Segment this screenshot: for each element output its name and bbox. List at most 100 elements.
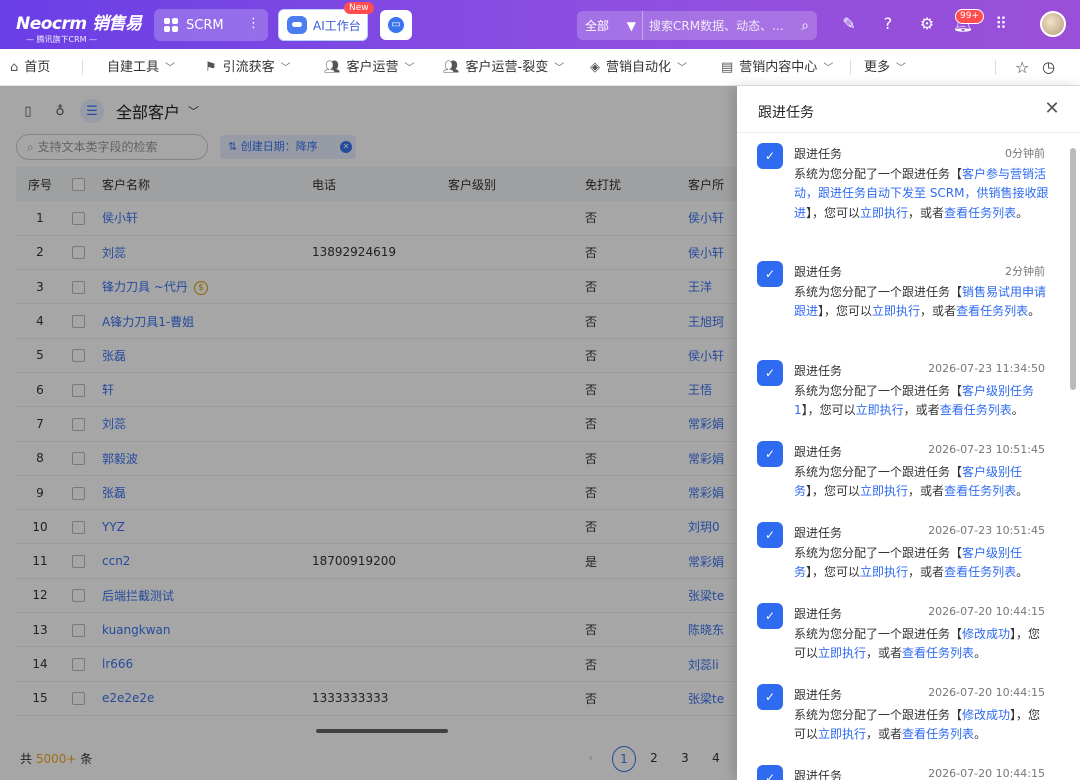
execute-now-link[interactable]: 立即执行 [860, 565, 908, 579]
brand-logo[interactable]: Neocrm 销售易 — 腾讯旗下CRM — [16, 9, 142, 45]
task-text: 】，您可以 [806, 205, 861, 220]
search-scope-select[interactable]: 全部 ▼ [577, 11, 643, 40]
ai-label: AI工作台 [313, 18, 361, 33]
task-type: 跟进任务 [794, 607, 843, 621]
task-text: 系统为您分配了一个跟进任务【 [794, 465, 963, 479]
nav-self-built-tools[interactable]: 自建工具 ﹀ [107, 49, 175, 86]
nav-marketing-content[interactable]: ▤ 营销内容中心 ﹀ [721, 49, 833, 86]
task-type: 跟进任务 [794, 769, 843, 780]
logo-main: Neocrm 销售易 [16, 14, 142, 34]
task-time: 2026-07-23 10:51:45 [928, 443, 1045, 456]
star-icon[interactable]: ☆ [1015, 49, 1029, 86]
nav-label: 营销内容中心 [739, 60, 818, 75]
chevron-down-icon: ﹀ [404, 63, 415, 74]
task-time: 2026-07-23 10:51:45 [928, 524, 1045, 537]
more-vertical-icon[interactable]: ⋮ [247, 16, 260, 31]
chat-icon: ▭ [388, 17, 404, 33]
clipboard-task-icon: ✓ [757, 143, 783, 169]
task-time: 2026-07-20 10:44:15 [928, 686, 1045, 699]
users-icon: 👥︎ [324, 60, 341, 75]
view-task-list-link[interactable]: 查看任务列表 [940, 403, 1012, 417]
users-icon: 👥︎ [443, 60, 460, 75]
view-task-list-link[interactable]: 查看任务列表 [902, 646, 974, 660]
notification-count-badge: 99+ [955, 9, 984, 24]
search-input[interactable]: 搜索CRM数据、动态、... [643, 17, 793, 34]
task-message: 系统为您分配了一个跟进任务【客户参与营销活动，跟进任务自动下发至 SCRM，供销… [794, 165, 1052, 223]
task-time: 2026-07-23 11:34:50 [928, 362, 1045, 375]
task-name-link[interactable]: 修改成功 [962, 627, 1010, 641]
user-avatar[interactable] [1040, 11, 1066, 37]
task-text: ，或者 [903, 403, 940, 418]
logo-sub: — 腾讯旗下CRM — [26, 35, 98, 44]
task-text: 系统为您分配了一个跟进任务【 [794, 384, 963, 398]
content-icon: ▤ [721, 60, 734, 75]
task-text: 】，您可以 [801, 403, 856, 418]
panel-title: 跟进任务 [758, 105, 814, 121]
search-icon[interactable]: ⌕ [793, 18, 817, 34]
task-text: 系统为您分配了一个跟进任务【 [794, 627, 963, 641]
modal-overlay[interactable] [0, 86, 737, 780]
execute-now-link[interactable]: 立即执行 [818, 646, 866, 660]
home-icon: ⌂ [10, 60, 19, 75]
task-text: 】，您可以 [818, 304, 873, 319]
history-clock-icon[interactable]: ◷ [1042, 49, 1055, 86]
task-type: 跟进任务 [794, 688, 843, 702]
nav-customer-ops-fission[interactable]: 👥︎ 客户运营-裂变 ﹀ [443, 49, 564, 86]
execute-now-link[interactable]: 立即执行 [860, 206, 908, 220]
execute-now-link[interactable]: 立即执行 [856, 403, 904, 417]
view-task-list-link[interactable]: 查看任务列表 [902, 727, 974, 741]
close-icon[interactable]: ✕ [1042, 98, 1062, 119]
task-text: ，或者 [866, 646, 903, 661]
view-task-list-link[interactable]: 查看任务列表 [956, 304, 1028, 318]
clipboard-task-icon: ✓ [757, 603, 783, 629]
edit-note-icon[interactable]: ✎ [838, 13, 860, 35]
nav-divider [850, 60, 851, 75]
clipboard-task-icon: ✓ [757, 441, 783, 467]
task-text: 系统为您分配了一个跟进任务【 [794, 285, 963, 299]
nav-label: 营销自动化 [606, 60, 672, 75]
scrm-app-switcher[interactable]: SCRM ⋮ [154, 9, 268, 41]
chevron-down-icon: ﹀ [896, 63, 907, 74]
task-text: ，或者 [908, 205, 945, 220]
app-grid-icon[interactable]: ⠿ [990, 13, 1012, 35]
help-icon[interactable]: ? [877, 13, 899, 35]
nav-label: 客户运营-裂变 [465, 60, 549, 75]
vertical-scrollbar[interactable] [1070, 148, 1076, 390]
task-type: 跟进任务 [794, 147, 843, 161]
settings-gear-icon[interactable]: ⚙ [916, 13, 938, 35]
nav-label: 自建工具 [107, 60, 160, 75]
nav-label: 客户运营 [346, 60, 399, 75]
chevron-down-icon: ﹀ [165, 63, 176, 74]
task-type: 跟进任务 [794, 445, 843, 459]
automation-icon: ◈ [590, 60, 600, 75]
execute-now-link[interactable]: 立即执行 [872, 304, 920, 318]
task-text: 。 [974, 646, 987, 661]
global-search[interactable]: 全部 ▼ 搜索CRM数据、动态、... ⌕ [577, 11, 817, 40]
execute-now-link[interactable]: 立即执行 [818, 727, 866, 741]
clipboard-task-icon: ✓ [757, 522, 783, 548]
nav-home[interactable]: ⌂ 首页 [10, 49, 50, 86]
execute-now-link[interactable]: 立即执行 [860, 484, 908, 498]
nav-customer-ops[interactable]: 👥︎ 客户运营 ﹀ [324, 49, 415, 86]
task-message: 系统为您分配了一个跟进任务【客户级别任务】，您可以立即执行，或者查看任务列表。 [794, 544, 1052, 583]
chat-button[interactable]: ▭ [380, 10, 412, 40]
task-text: 。 [1011, 403, 1024, 418]
task-type: 跟进任务 [794, 265, 843, 279]
task-message: 系统为您分配了一个跟进任务【客户级别任务】，您可以立即执行，或者查看任务列表。 [794, 463, 1052, 502]
chevron-down-icon: ﹀ [280, 63, 291, 74]
view-task-list-link[interactable]: 查看任务列表 [944, 565, 1016, 579]
nav-label: 更多 [864, 60, 891, 75]
clipboard-task-icon: ✓ [757, 360, 783, 386]
nav-label: 引流获客 [222, 60, 275, 75]
nav-lead-acquisition[interactable]: ⚑ 引流获客 ﹀ [205, 49, 291, 86]
top-bar: Neocrm 销售易 — 腾讯旗下CRM — SCRM ⋮ AI工作台 New … [0, 0, 1080, 49]
view-task-list-link[interactable]: 查看任务列表 [944, 206, 1016, 220]
view-task-list-link[interactable]: 查看任务列表 [944, 484, 1016, 498]
task-text: ，或者 [920, 304, 957, 319]
apps-grid-icon [164, 18, 178, 32]
nav-more[interactable]: 更多 ﹀ [864, 49, 906, 86]
task-name-link[interactable]: 修改成功 [962, 708, 1010, 722]
task-text: 系统为您分配了一个跟进任务【 [794, 167, 963, 181]
task-list: ✓ 跟进任务 0分钟前 系统为您分配了一个跟进任务【客户参与营销活动，跟进任务自动下发… [737, 133, 1067, 780]
nav-marketing-automation[interactable]: ◈ 营销自动化 ﹀ [590, 49, 687, 86]
